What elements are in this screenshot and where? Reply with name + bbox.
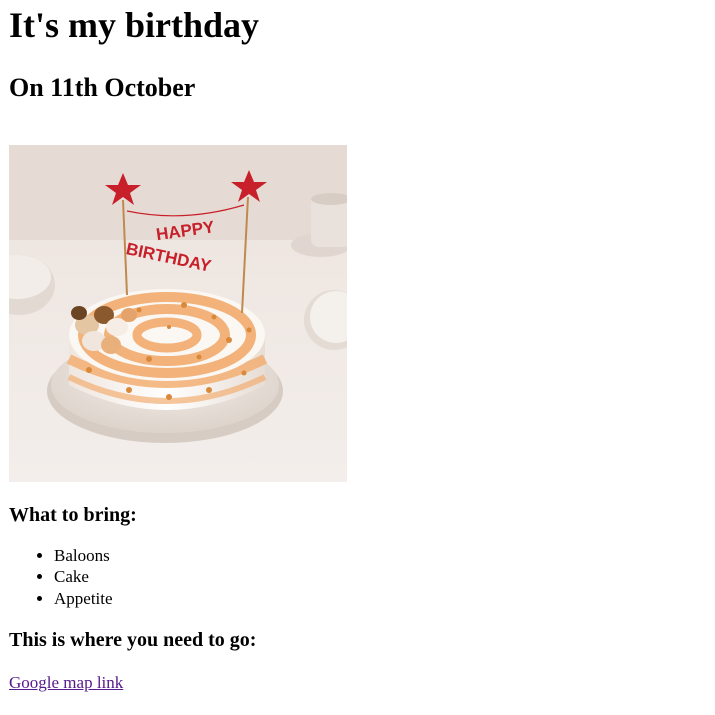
page-title: It's my birthday [9,5,260,45]
page: It's my birthday On 11th October HAPPY B… [0,0,715,693]
directions-heading: This is where you need to go: [9,628,257,651]
list-item: Baloons [54,545,706,566]
bring-list: Baloons Cake Appetite [9,545,706,609]
birthday-cake-image: HAPPY BIRTHDAY [9,145,347,482]
google-map-link[interactable]: Google map link [9,672,123,693]
event-date: On 11th October [9,73,196,102]
bring-heading: What to bring: [9,504,137,526]
list-item: Cake [54,566,706,587]
list-item: Appetite [54,588,706,609]
